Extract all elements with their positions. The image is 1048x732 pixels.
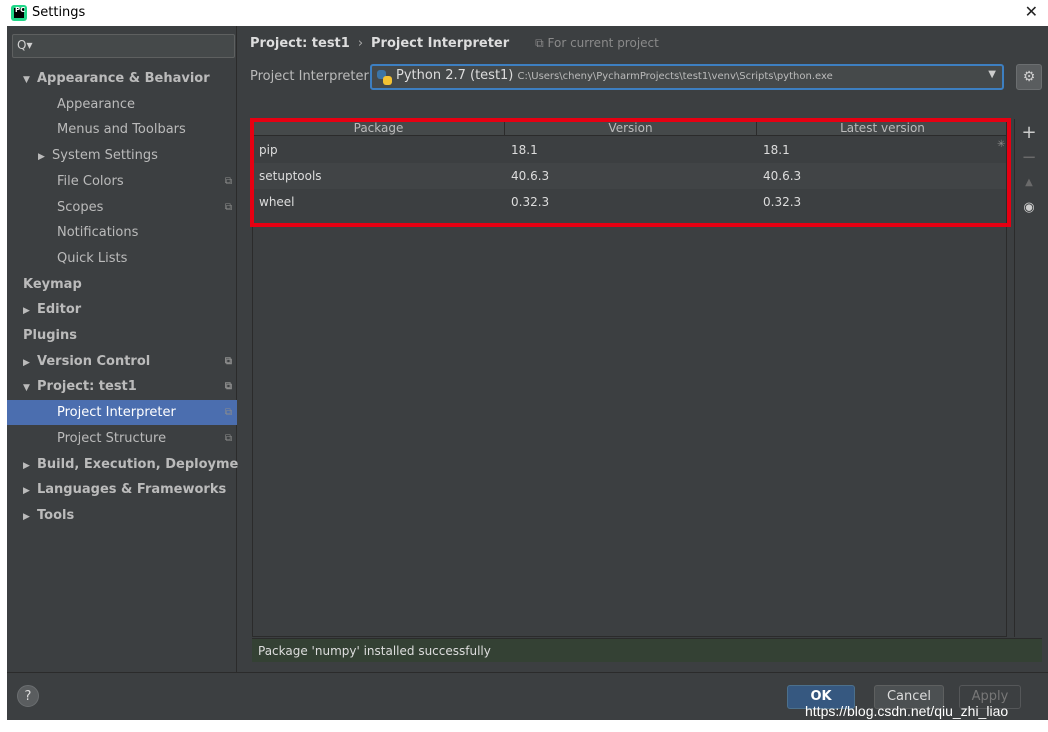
close-icon[interactable]: ✕ [1025, 2, 1038, 21]
sidebar-item-label: Editor [37, 302, 82, 318]
sidebar-item-label: Build, Execution, Deployment [37, 456, 254, 472]
breadcrumb-project: Project: test1 [250, 36, 350, 51]
sidebar-item-file-colors[interactable]: File Colors ⧉ [7, 169, 237, 194]
project-level-icon: ⧉ [224, 355, 232, 367]
package-latest-version: 40.6.3 [763, 169, 802, 183]
chevron-right-icon[interactable]: ▶ [23, 454, 37, 479]
sidebar-item-label: Tools [37, 507, 75, 523]
chevron-right-icon[interactable]: ▶ [23, 505, 37, 530]
interpreter-label: Project Interpreter: [250, 69, 374, 84]
sidebar-item-label: Project Structure [57, 430, 167, 446]
sidebar-item-label: System Settings [52, 148, 158, 164]
chevron-right-icon[interactable]: ▶ [38, 145, 52, 170]
sidebar-item-label: Menus and Toolbars [57, 122, 186, 138]
title-bar: PC Settings ✕ [0, 0, 1048, 25]
project-interpreter-panel: Project: test1 › Project Interpreter ⧉ For … [238, 26, 1048, 672]
sidebar-item-label: Plugins [23, 328, 77, 343]
sidebar-item-label: Project: test1 [37, 379, 137, 395]
breadcrumb-page: Project Interpreter [371, 36, 510, 51]
sidebar-item-label: Keymap [23, 276, 82, 292]
show-early-releases-icon[interactable]: ◉ [1015, 200, 1043, 215]
package-version: 18.1 [511, 143, 538, 157]
sidebar-item-label: File Colors [57, 173, 124, 189]
upgrade-package-icon[interactable]: ▲ [1015, 177, 1043, 188]
sidebar-item-quick-lists[interactable]: Quick Lists [7, 246, 237, 271]
chevron-right-icon[interactable]: ▶ [23, 479, 37, 504]
sidebar-item-system-settings[interactable]: ▶ System Settings [7, 143, 237, 168]
package-name: setuptools [259, 169, 322, 183]
column-header-package[interactable]: Package [253, 120, 505, 136]
sidebar-item-appearance[interactable]: Appearance [7, 92, 237, 117]
package-toolbar: + − ▲ ◉ [1014, 119, 1042, 637]
sidebar-item-project-structure[interactable]: Project Structure ⧉ [7, 426, 237, 451]
sidebar-item-build-execution-deployment[interactable]: ▶ Build, Execution, Deployment [7, 452, 254, 479]
interpreter-path: C:\Users\cheny\PycharmProjects\test1\ven… [517, 71, 833, 82]
sidebar-item-appearance-behavior[interactable]: ▼ Appearance & Behavior [7, 66, 237, 91]
chevron-right-icon[interactable]: ▶ [23, 351, 37, 376]
package-version: 40.6.3 [511, 169, 550, 183]
sidebar-item-label: Appearance & Behavior [37, 71, 210, 86]
python-icon [377, 70, 392, 85]
table-header: Package Version Latest version [253, 120, 1006, 136]
sidebar-item-menus-and-toolbars[interactable]: Menus and Toolbars [7, 117, 237, 142]
package-name: wheel [259, 195, 295, 209]
sidebar-item-label: Notifications [57, 225, 139, 241]
sidebar-item-project-interpreter[interactable]: Project Interpreter ⧉ [7, 400, 237, 426]
sidebar-item-label: Appearance [57, 96, 136, 112]
sidebar-item-label: Languages & Frameworks [37, 482, 227, 498]
window-title: Settings [32, 5, 86, 20]
help-icon[interactable]: ? [17, 685, 39, 707]
package-name: pip [259, 143, 278, 157]
project-level-icon: ⧉ [224, 201, 232, 213]
chevron-down-icon[interactable]: ▼ [23, 68, 37, 93]
pycharm-logo-icon: PC [11, 4, 27, 21]
sidebar-item-keymap[interactable]: Keymap [7, 272, 237, 297]
sidebar-item-label: Quick Lists [57, 250, 128, 266]
table-row[interactable]: pip 18.1 18.1 [253, 137, 1006, 163]
project-level-icon: ⧉ [224, 432, 232, 444]
gear-icon[interactable]: ⚙ [1016, 64, 1042, 90]
settings-sidebar: Q▾ ▼ Appearance & Behavior Appearance Menus… [7, 26, 254, 672]
chevron-down-icon: ▼ [988, 69, 996, 80]
breadcrumb-separator: › [357, 36, 364, 51]
package-version: 0.32.3 [511, 195, 550, 209]
sidebar-item-editor[interactable]: ▶ Editor [7, 297, 237, 322]
sidebar-item-tools[interactable]: ▶ Tools [7, 503, 237, 528]
add-package-icon[interactable]: + [1015, 122, 1043, 143]
column-header-version[interactable]: Version [505, 120, 757, 136]
settings-dialog: Q▾ ▼ Appearance & Behavior Appearance Menus… [7, 26, 1048, 720]
sidebar-item-notifications[interactable]: Notifications [7, 220, 237, 245]
table-row[interactable]: setuptools 40.6.3 40.6.3 [253, 163, 1006, 189]
sidebar-item-label: Version Control [37, 353, 151, 369]
package-latest-version: 18.1 [763, 143, 790, 157]
packages-table: Package Version Latest version ✳ pip 18.… [252, 119, 1007, 637]
interpreter-dropdown[interactable]: Python 2.7 (test1) C:\Users\cheny\Pychar… [370, 64, 1004, 90]
settings-search-input[interactable]: Q▾ [12, 34, 235, 58]
package-latest-version: 0.32.3 [763, 195, 802, 209]
project-level-icon: ⧉ [224, 381, 232, 393]
chevron-down-icon[interactable]: ▼ [23, 376, 37, 401]
breadcrumb: Project: test1 › Project Interpreter ⧉ For … [250, 36, 659, 51]
watermark: https://blog.csdn.net/qiu_zhi_liao [805, 703, 1009, 719]
sidebar-item-label: Project Interpreter [57, 405, 176, 421]
project-level-icon: ⧉ [224, 175, 232, 187]
sidebar-item-version-control[interactable]: ▶ Version Control ⧉ [7, 349, 237, 374]
sidebar-item-label: Scopes [57, 199, 104, 215]
sidebar-item-plugins[interactable]: Plugins [7, 323, 237, 348]
sidebar-item-languages-frameworks[interactable]: ▶ Languages & Frameworks [7, 477, 237, 502]
chevron-right-icon[interactable]: ▶ [23, 299, 37, 324]
search-icon: Q▾ [17, 38, 33, 52]
scope-hint: ⧉ For current project [535, 36, 659, 50]
status-message: Package 'numpy' installed successfully [252, 638, 1042, 662]
remove-package-icon[interactable]: − [1015, 147, 1043, 168]
sidebar-item-scopes[interactable]: Scopes ⧉ [7, 195, 237, 220]
column-header-latest-version[interactable]: Latest version [757, 120, 1008, 136]
sidebar-item-project-test1[interactable]: ▼ Project: test1 ⧉ [7, 374, 237, 399]
interpreter-name: Python 2.7 (test1) [396, 68, 514, 83]
table-row[interactable]: wheel 0.32.3 0.32.3 [253, 189, 1006, 215]
project-level-icon: ⧉ [224, 407, 232, 419]
